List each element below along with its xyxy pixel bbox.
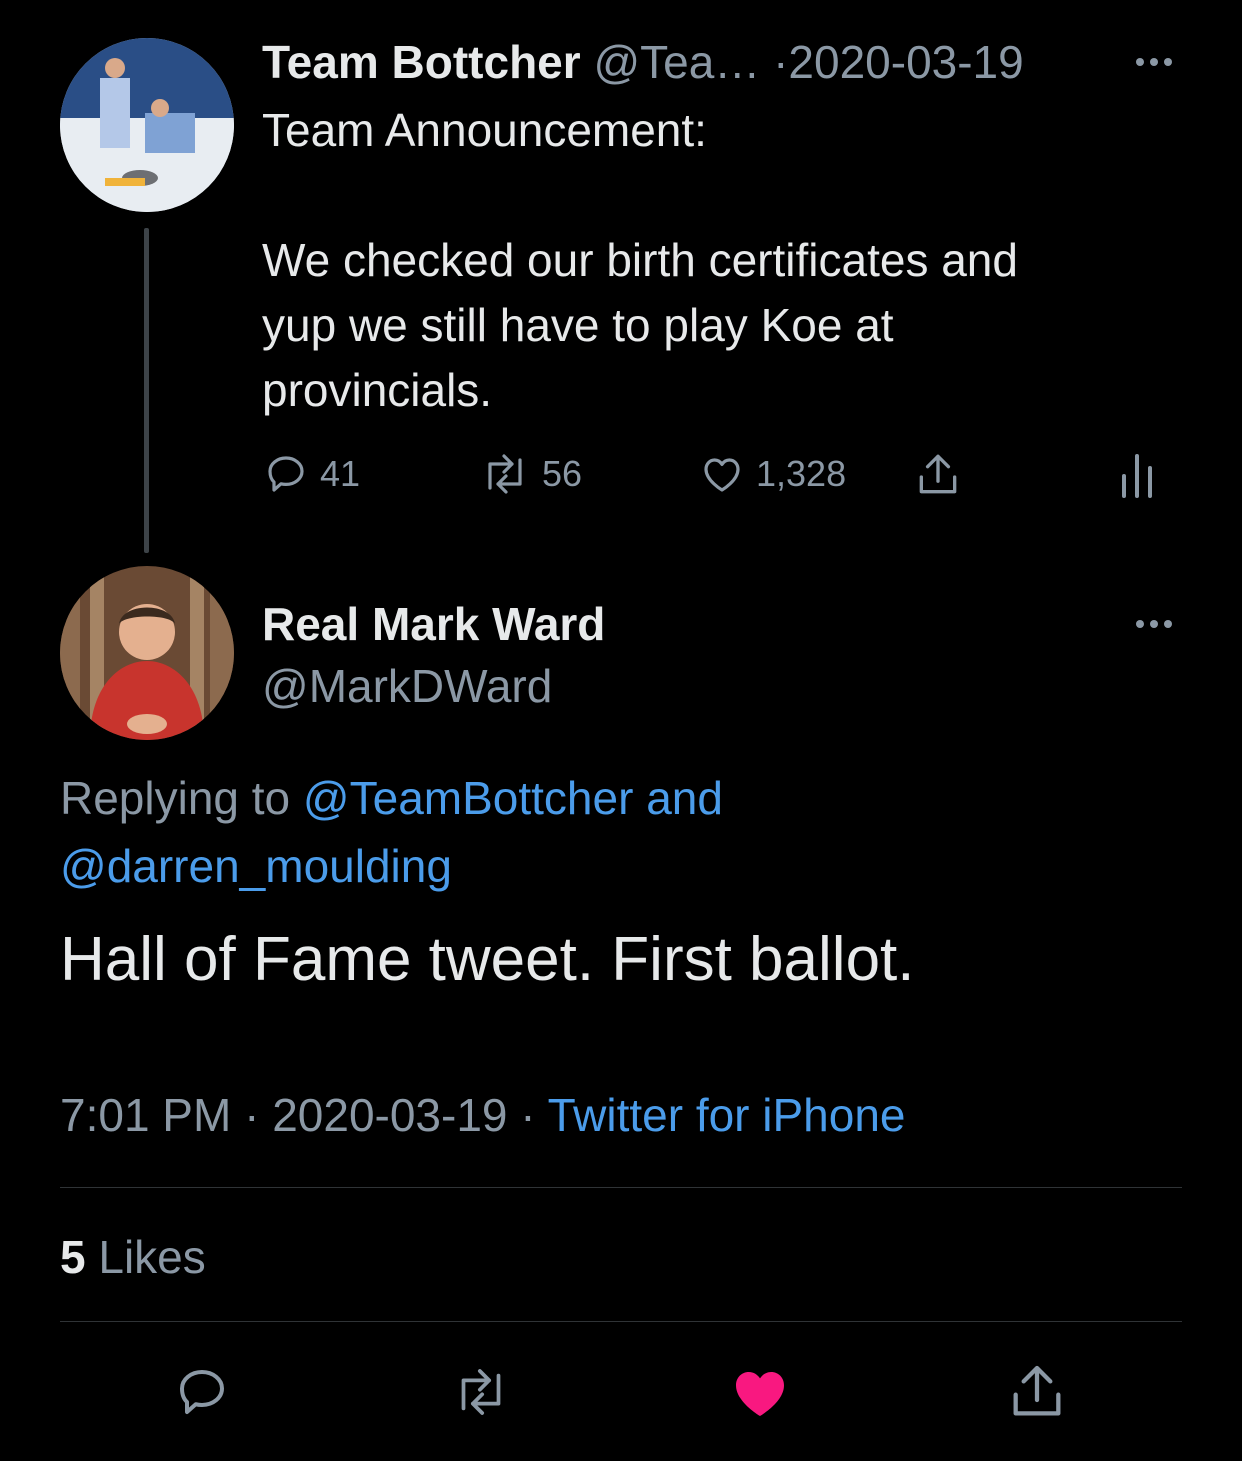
tweet-line: provincials. <box>262 364 493 416</box>
retweet-icon[interactable] <box>446 1364 516 1420</box>
likes-label: Likes <box>98 1231 206 1283</box>
reply-action[interactable]: 41 <box>262 450 360 498</box>
reply-author-display-name[interactable]: Real Mark Ward <box>262 596 605 652</box>
replying-to: Replying to @TeamBottcher and @darren_mo… <box>60 764 1180 900</box>
like-action[interactable]: 1,328 <box>698 450 846 498</box>
likes-stat[interactable]: 5 Likes <box>60 1228 206 1286</box>
mention-link[interactable]: @TeamBottcher <box>303 772 634 824</box>
heart-icon[interactable] <box>728 1360 792 1424</box>
tweet-line: We checked our birth certificates and <box>262 234 1018 286</box>
meta-separator: · <box>244 1089 260 1141</box>
replying-and: and <box>646 772 723 824</box>
mention-link[interactable]: @darren_moulding <box>60 840 452 892</box>
more-icon[interactable] <box>1136 620 1172 628</box>
original-tweet-text: Team Announcement: We checked our birth … <box>262 98 1182 423</box>
reply-tweet-text: Hall of Fame tweet. First ballot. <box>60 925 915 994</box>
tweet-line: Team Announcement: <box>262 104 707 156</box>
reply-icon <box>262 450 310 498</box>
retweet-icon <box>478 450 532 498</box>
reply-author-handle[interactable]: @MarkDWard <box>262 658 552 714</box>
avatar-team-bottcher[interactable] <box>60 38 234 212</box>
heart-icon <box>698 450 746 498</box>
divider <box>60 1187 1182 1188</box>
replying-prefix: Replying to <box>60 772 291 824</box>
analytics-icon[interactable] <box>1120 452 1154 498</box>
retweet-action[interactable]: 56 <box>478 450 582 498</box>
avatar-mark-ward[interactable] <box>60 566 234 740</box>
share-icon[interactable] <box>912 450 964 500</box>
meta-separator: · <box>773 36 789 88</box>
tweet-time: 7:01 PM <box>60 1089 232 1141</box>
reply-icon[interactable] <box>172 1362 232 1422</box>
tweet-line: yup we still have to play Koe at <box>262 299 894 351</box>
tweet-date[interactable]: 2020-03-19 <box>788 36 1023 88</box>
likes-count: 5 <box>60 1231 86 1283</box>
share-icon[interactable] <box>1004 1360 1070 1424</box>
author-display-name[interactable]: Team Bottcher <box>262 36 581 88</box>
tweet-source-link[interactable]: Twitter for iPhone <box>548 1089 906 1141</box>
divider <box>60 1321 1182 1322</box>
thread-connector-line <box>144 228 149 553</box>
like-count: 1,328 <box>756 453 847 494</box>
tweet-meta: 7:01 PM · 2020-03-19 · Twitter for iPhon… <box>60 1086 906 1144</box>
reply-count: 41 <box>320 453 361 494</box>
meta-separator: · <box>520 1089 536 1141</box>
tweet-date: 2020-03-19 <box>272 1089 508 1141</box>
retweet-count: 56 <box>542 453 583 494</box>
more-icon[interactable] <box>1136 58 1172 66</box>
author-handle[interactable]: @Tea… <box>593 36 760 88</box>
